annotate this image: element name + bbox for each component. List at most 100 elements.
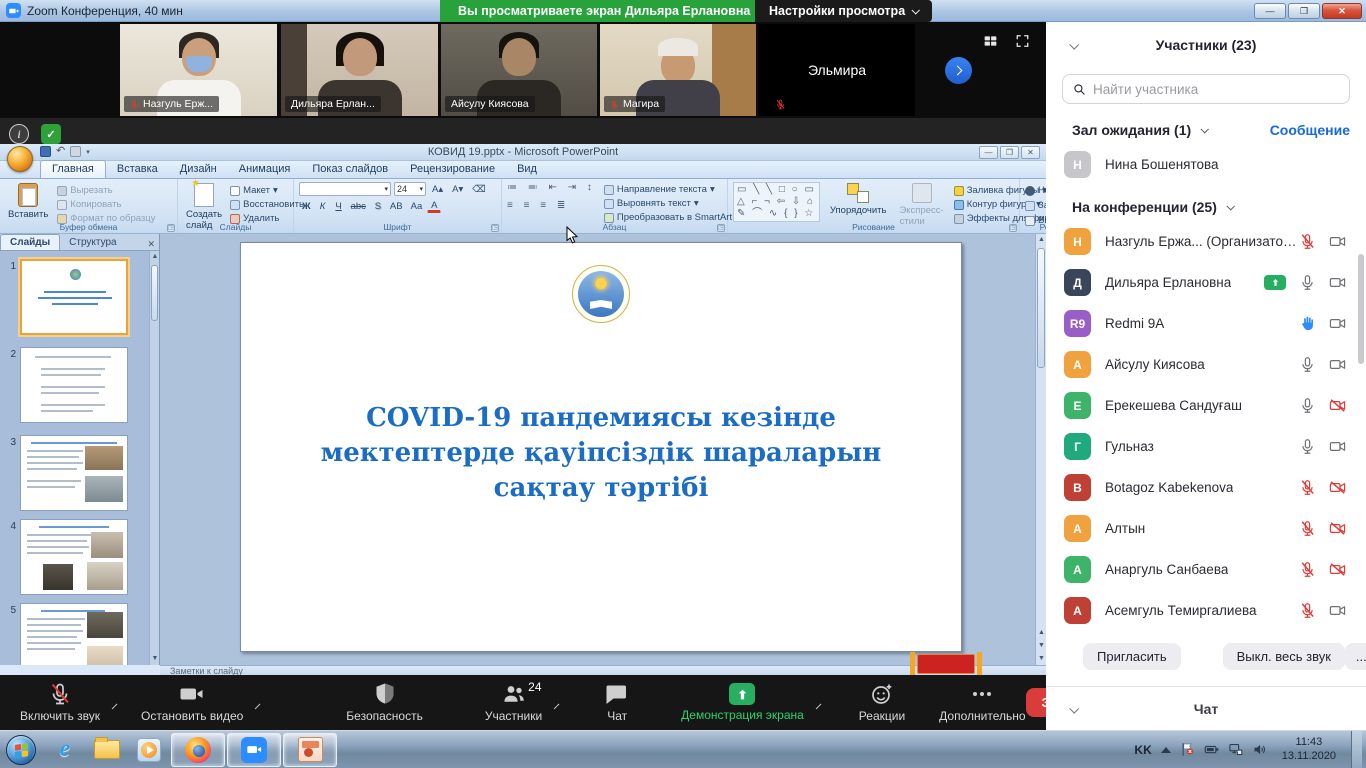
share-options-caret[interactable] (815, 704, 821, 710)
dialog-launcher-icon[interactable]: ◳ (1009, 224, 1017, 232)
invite-button[interactable]: Пригласить (1083, 643, 1181, 670)
char-spacing-button[interactable]: АВ (387, 199, 406, 213)
tab-vstavka[interactable]: Вставка (106, 161, 169, 178)
tab-recenzirovanie[interactable]: Рецензирование (399, 161, 506, 178)
change-case-button[interactable]: Аа (408, 199, 426, 213)
copy-button[interactable]: Копировать (57, 198, 155, 211)
text-shadow-button[interactable]: S (371, 199, 385, 213)
participant-row[interactable]: B Botagoz Kabekenova (1046, 467, 1366, 508)
participant-row[interactable]: Г Гульназ (1046, 426, 1366, 467)
security-button[interactable]: Безопасность (346, 682, 423, 723)
participant-row[interactable]: R9 Redmi 9A (1046, 303, 1366, 344)
slide-thumbnail-5[interactable]: 5 (4, 603, 128, 665)
unmute-button[interactable]: Включить звук (20, 682, 100, 723)
view-settings-button[interactable]: Настройки просмотра (755, 0, 932, 22)
share-screen-button[interactable]: Демонстрация экрана (681, 683, 804, 722)
taskbar-file-explorer[interactable] (87, 733, 127, 767)
more-button[interactable]: Дополнительно (939, 682, 1025, 723)
shrink-font-button[interactable]: A▾ (449, 182, 466, 196)
list-buttons[interactable]: ≔ ≕ ⇤ ⇥ ↕ (507, 182, 596, 194)
font-color-button[interactable]: А (427, 199, 441, 213)
font-name-combo[interactable]: ▾ (299, 182, 391, 196)
waiting-participant-row[interactable]: Н Нина Бошенятова (1046, 144, 1366, 185)
bold-button[interactable]: Ж (299, 199, 314, 213)
arrange-button[interactable]: Упорядочить (827, 182, 890, 217)
clear-format-button[interactable]: ⌫ (469, 182, 488, 196)
font-size-combo[interactable]: 24▾ (394, 182, 426, 196)
scrollbar-thumb[interactable] (1037, 248, 1045, 368)
next-videos-button[interactable] (945, 57, 972, 84)
slide-thumbnail-1[interactable]: 1 (4, 259, 128, 335)
tab-vid[interactable]: Вид (506, 161, 548, 178)
scrollbar-thumb[interactable] (151, 265, 158, 321)
participants-options-caret[interactable] (554, 704, 560, 710)
gallery-view-icon[interactable] (982, 34, 999, 48)
video-tile[interactable]: Айсулу Киясова (441, 24, 597, 116)
taskbar-zoom[interactable] (227, 733, 281, 767)
cut-button[interactable]: Вырезать (57, 184, 155, 197)
taskbar-media-player[interactable] (129, 733, 169, 767)
text-direction-button[interactable]: Направление текста ▾ (604, 183, 740, 196)
battery-icon[interactable] (1204, 742, 1219, 757)
align-text-button[interactable]: Выровнять текст ▾ (604, 197, 740, 210)
participant-row[interactable]: Н Назгуль Ержа... (Организатор, я) (1046, 221, 1366, 262)
waiting-room-header[interactable]: Зал ожидания (1) (1072, 122, 1207, 138)
participant-row[interactable]: А Алтын (1046, 508, 1366, 549)
start-button[interactable] (6, 735, 36, 765)
close-button[interactable]: ✕ (1322, 3, 1362, 19)
layout-button[interactable]: Макет ▾ (230, 184, 304, 197)
participant-row[interactable]: А Айсулу Киясова (1046, 344, 1366, 385)
underline-button[interactable]: Ч (332, 199, 346, 213)
ppt-maximize-button[interactable]: ❐ (1000, 146, 1019, 159)
dialog-launcher-icon[interactable]: ◳ (491, 224, 499, 232)
taskbar-powerpoint[interactable] (283, 733, 337, 767)
slide-thumbnail-3[interactable]: 3 (4, 435, 128, 511)
language-indicator[interactable]: KK (1134, 743, 1151, 757)
taskbar-firefox[interactable] (171, 733, 225, 767)
action-center-flag-icon[interactable] (1180, 742, 1195, 757)
participant-row[interactable]: Д Дильяра Ерлановна (1046, 262, 1366, 303)
network-icon[interactable] (1228, 742, 1243, 757)
italic-button[interactable]: К (316, 199, 330, 213)
scroll-up-arrow[interactable]: ▲ (150, 251, 160, 263)
editor-scrollbar[interactable]: ▲ ▲ ▼ ▼ (1035, 234, 1046, 665)
audio-options-caret[interactable] (112, 704, 118, 710)
participant-row[interactable]: А Асемгуль Темиргалиева (1046, 590, 1366, 631)
stop-video-button[interactable]: Остановить видео (141, 682, 243, 723)
more-options-button[interactable]: ... (1345, 643, 1366, 670)
search-input[interactable] (1093, 82, 1339, 97)
slide-thumbnail-4[interactable]: 4 (4, 519, 128, 595)
mute-all-button[interactable]: Выкл. весь звук (1223, 643, 1345, 670)
tab-pokaz-slaydov[interactable]: Показ слайдов (301, 161, 399, 178)
security-shield-icon[interactable]: ✓ (41, 124, 61, 144)
hidden-icons-arrow[interactable] (1161, 747, 1171, 753)
paste-button[interactable]: Вставить (5, 182, 51, 225)
fullscreen-icon[interactable] (1014, 34, 1031, 48)
video-options-caret[interactable] (255, 704, 261, 710)
video-tile-no-video[interactable]: Эльмира (759, 24, 915, 116)
slide-canvas[interactable]: COVID-19 пандемиясы кезінде мектептерде … (240, 242, 962, 652)
dialog-launcher-icon[interactable]: ◳ (167, 224, 175, 232)
chat-header[interactable]: Чат (1046, 687, 1366, 730)
clock[interactable]: 11:43 13.11.2020 (1276, 736, 1342, 764)
panel-close-icon[interactable]: ✕ (147, 239, 155, 250)
show-desktop-button[interactable] (1351, 731, 1362, 768)
panel-tab-slides[interactable]: Слайды (0, 234, 60, 250)
align-buttons[interactable]: ≡ ≡ ≡ ≣ (507, 200, 596, 212)
office-button[interactable] (7, 146, 33, 172)
video-tile[interactable]: Назгуль Ерж... (120, 24, 277, 116)
ppt-minimize-button[interactable]: — (979, 146, 998, 159)
ppt-close-button[interactable]: ✕ (1021, 146, 1040, 159)
tab-glavnaya[interactable]: Главная (40, 160, 106, 178)
volume-icon[interactable] (1252, 742, 1267, 757)
dialog-launcher-icon[interactable]: ◳ (717, 224, 725, 232)
collapse-panel-icon[interactable] (1069, 39, 1079, 49)
tab-animaciya[interactable]: Анимация (228, 161, 302, 178)
restore-button[interactable]: ❐ (1288, 3, 1320, 19)
panel-scrollbar[interactable]: ▲ ▼ (149, 251, 159, 665)
chat-button[interactable]: Чат (605, 682, 629, 723)
grow-font-button[interactable]: A▴ (429, 182, 446, 196)
participant-row[interactable]: Е Ерекешева Сандуғаш (1046, 385, 1366, 426)
scroll-down-arrow[interactable]: ▼ (150, 653, 160, 665)
reactions-button[interactable]: Реакции (859, 682, 905, 723)
